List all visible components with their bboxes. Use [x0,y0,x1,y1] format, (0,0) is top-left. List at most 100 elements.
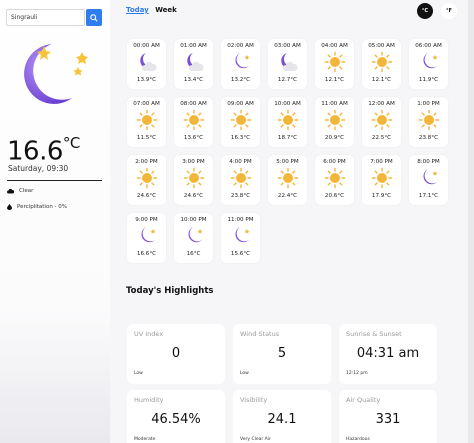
hour-temp: 15.6°C [230,251,251,257]
current-datetime: Saturday, 09:30 [8,164,69,173]
hour-card: 01:00 AM 13.4°C [174,39,213,89]
hour-temp: 12.7°C [277,77,298,83]
highlight-status: Hazardous [346,437,370,442]
sun-icon [183,109,205,131]
hour-card: 11:00 PM 15.6°C [221,213,260,263]
raindrop-icon [7,204,12,210]
hour-card: 05:00 AM 12.1°C [362,39,401,89]
hour-time: 5:00 PM [276,159,299,165]
temperature-value: 16.6 [7,136,63,167]
hour-time: 10:00 PM [180,217,207,223]
highlight-status: Low [134,371,143,376]
hour-card: 10:00 PM 16°C [174,213,213,263]
scrollbar[interactable] [468,0,474,443]
cloudy-moon-icon [281,53,298,71]
cloudy-moon-icon [140,53,157,71]
hour-temp: 11.9°C [418,77,439,83]
hour-temp: 13.4°C [183,77,204,83]
search-icon [90,13,98,22]
moon-icon [141,227,156,243]
hour-temp: 22.4°C [277,193,298,199]
hour-time: 9:00 PM [135,217,158,223]
highlight-status: Low [240,371,249,376]
temperature-unit: °C [62,134,80,152]
hour-card: 1:00 PM 23.8°C [409,97,448,147]
hour-temp: 22.5°C [371,135,392,141]
hour-card: 8:00 PM 17.1°C [409,155,448,205]
celsius-button[interactable]: °C [417,3,433,19]
sun-icon [371,109,393,131]
hour-time: 08:00 AM [180,101,207,107]
hour-temp: 20.9°C [324,135,345,141]
tab-today[interactable]: Today [126,6,149,14]
sun-icon [324,167,346,189]
highlight-value: 331 [375,412,401,427]
hour-card: 08:00 AM 13.6°C [174,97,213,147]
highlight-card: UV Index 0 Low [127,324,225,384]
search-bar [6,9,102,26]
highlight-value: 24.1 [267,412,297,427]
highlight-title: Sunrise & Sunset [346,330,402,338]
hour-card: 00:00 AM 13.9°C [127,39,166,89]
hour-time: 10:00 AM [274,101,301,107]
hour-temp: 16°C [186,251,201,257]
hour-temp: 12.1°C [371,77,392,83]
highlight-status: Very Clear Air [240,437,271,442]
precipitation-text: Perciplitation - 0% [17,204,68,210]
hour-temp: 13.9°C [136,77,157,83]
moon-icon [235,53,250,69]
moon-icon [423,53,438,69]
hour-temp: 17.9°C [371,193,392,199]
hour-temp: 17.1°C [418,193,439,199]
highlight-title: Humidity [134,396,164,404]
moon-icon [423,169,438,185]
sun-icon [277,109,299,131]
hour-card: 12:00 AM 22.5°C [362,97,401,147]
sun-icon [136,167,158,189]
sun-icon [230,109,252,131]
moon-icon [188,227,203,243]
sun-icon [418,109,440,131]
moon-stars-icon [24,44,88,104]
highlight-title: Air Quality [346,396,381,404]
hour-time: 6:00 PM [323,159,346,165]
sun-icon [324,109,346,131]
highlight-value: 0 [171,346,181,361]
hour-temp: 16.3°C [230,135,251,141]
search-button[interactable] [86,9,102,26]
hour-time: 06:00 AM [415,43,442,49]
hour-time: 12:00 AM [368,101,395,107]
highlight-card: Sunrise & Sunset 04:31 am 12:12 pm [339,324,437,384]
cloud-icon [7,188,14,193]
hour-temp: 24.6°C [183,193,204,199]
hour-card: 5:00 PM 22.4°C [268,155,307,205]
hour-time: 04:00 AM [321,43,348,49]
cloudy-moon-icon [187,53,204,71]
hour-temp: 23.8°C [230,193,251,199]
highlight-card: Wind Status 5 Low [233,324,331,384]
condition-row: Clear [7,188,33,194]
hour-card: 04:00 AM 12.1°C [315,39,354,89]
sun-icon [136,109,158,131]
hour-card: 06:00 AM 11.9°C [409,39,448,89]
hour-card: 9:00 PM 16.6°C [127,213,166,263]
highlight-title: Visibility [240,396,268,404]
hour-time: 00:00 AM [133,43,160,49]
hour-temp: 11.5°C [136,135,157,141]
hour-card: 2:00 PM 24.6°C [127,155,166,205]
hour-card: 3:00 PM 24.6°C [174,155,213,205]
search-input[interactable] [6,9,85,26]
highlight-value: 04:31 am [356,346,420,361]
fahrenheit-button[interactable]: °F [441,3,457,19]
hour-time: 07:00 AM [133,101,160,107]
hour-card: 09:00 AM 16.3°C [221,97,260,147]
hour-card: 4:00 PM 23.8°C [221,155,260,205]
hour-temp: 13.6°C [183,135,204,141]
sun-icon [230,167,252,189]
tab-week[interactable]: Week [155,6,177,14]
condition-text: Clear [19,188,34,194]
divider [7,180,102,181]
hour-temp: 13.2°C [230,77,251,83]
highlight-card: Visibility 24.1 Very Clear Air [233,390,331,443]
highlight-status: Moderate [134,437,156,442]
